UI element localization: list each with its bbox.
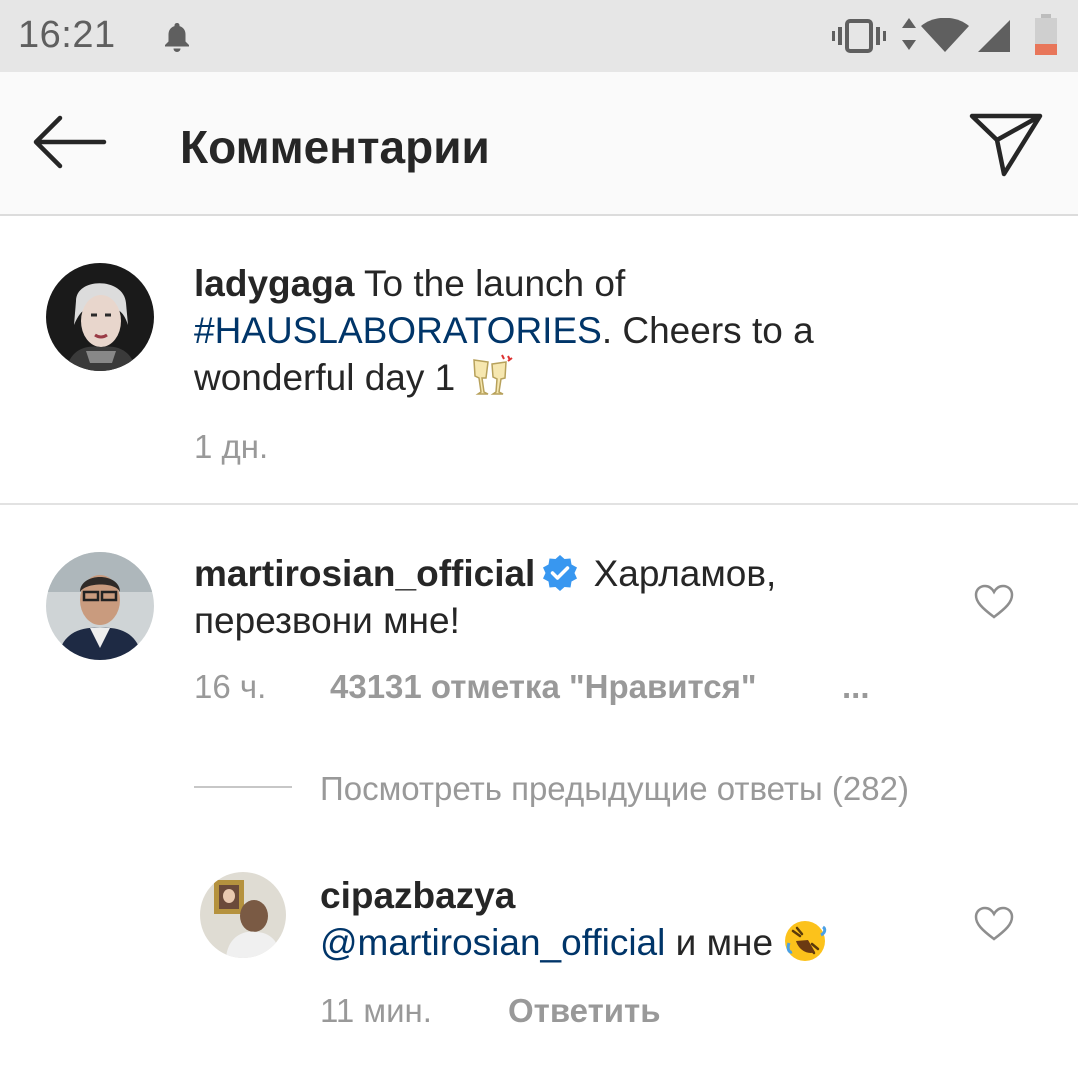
clinking-glasses-emoji xyxy=(466,354,514,409)
replies-line-divider xyxy=(194,786,292,788)
caption-text: ladygaga To the launch of #HAUSLABORATOR… xyxy=(194,260,884,409)
reply-mention-link[interactable]: @martirosian_official xyxy=(320,922,665,963)
comment-username[interactable]: martirosian_official xyxy=(194,553,535,594)
caption-username[interactable]: ladygaga xyxy=(194,263,354,304)
caption-hashtag-link[interactable]: #HAUSLABORATORIES xyxy=(194,310,602,351)
data-arrows-icon xyxy=(902,18,916,50)
reply-username[interactable]: cipazbazya xyxy=(320,875,515,916)
avatar-martirosian-official[interactable] xyxy=(46,552,154,660)
caption-text-before: To the launch of xyxy=(354,263,626,304)
caption-divider xyxy=(0,503,1078,505)
comment-text: martirosian_official Харламов, перезвони… xyxy=(194,550,914,644)
comment-more-options[interactable]: ... xyxy=(842,668,870,706)
arrow-left-icon[interactable] xyxy=(30,112,108,172)
battery-icon xyxy=(1035,14,1057,55)
comment-time: 16 ч. xyxy=(194,668,267,705)
app-bar: Комментарии xyxy=(0,72,1078,216)
notification-bell-icon xyxy=(165,23,189,52)
comment-like-heart-icon[interactable] xyxy=(974,584,1014,620)
cell-signal-icon xyxy=(978,20,1010,52)
caption-time: 1 дн. xyxy=(194,428,269,465)
avatar-cipazbazya[interactable] xyxy=(200,872,286,958)
reply-body: и мне xyxy=(665,922,784,963)
reply-button[interactable]: Ответить xyxy=(508,992,661,1030)
rolling-laughing-emoji xyxy=(783,919,827,974)
status-bar: 16:21 xyxy=(0,0,1078,72)
reply-time: 11 мин. xyxy=(320,992,432,1029)
reply-text: cipazbazya @martirosian_official и мне xyxy=(320,872,940,974)
avatar-ladygaga[interactable] xyxy=(46,263,154,371)
view-previous-replies-link[interactable]: Посмотреть предыдущие ответы (282) xyxy=(320,770,909,808)
reply-like-heart-icon[interactable] xyxy=(974,906,1014,942)
paper-plane-icon[interactable] xyxy=(966,108,1046,180)
vibrate-icon xyxy=(832,19,886,53)
wifi-icon xyxy=(921,18,969,52)
status-time: 16:21 xyxy=(18,14,116,56)
page-title: Комментарии xyxy=(180,121,490,173)
comment-likes-count[interactable]: 43131 отметка "Нравится" xyxy=(330,668,757,706)
verified-badge-icon xyxy=(543,555,578,591)
